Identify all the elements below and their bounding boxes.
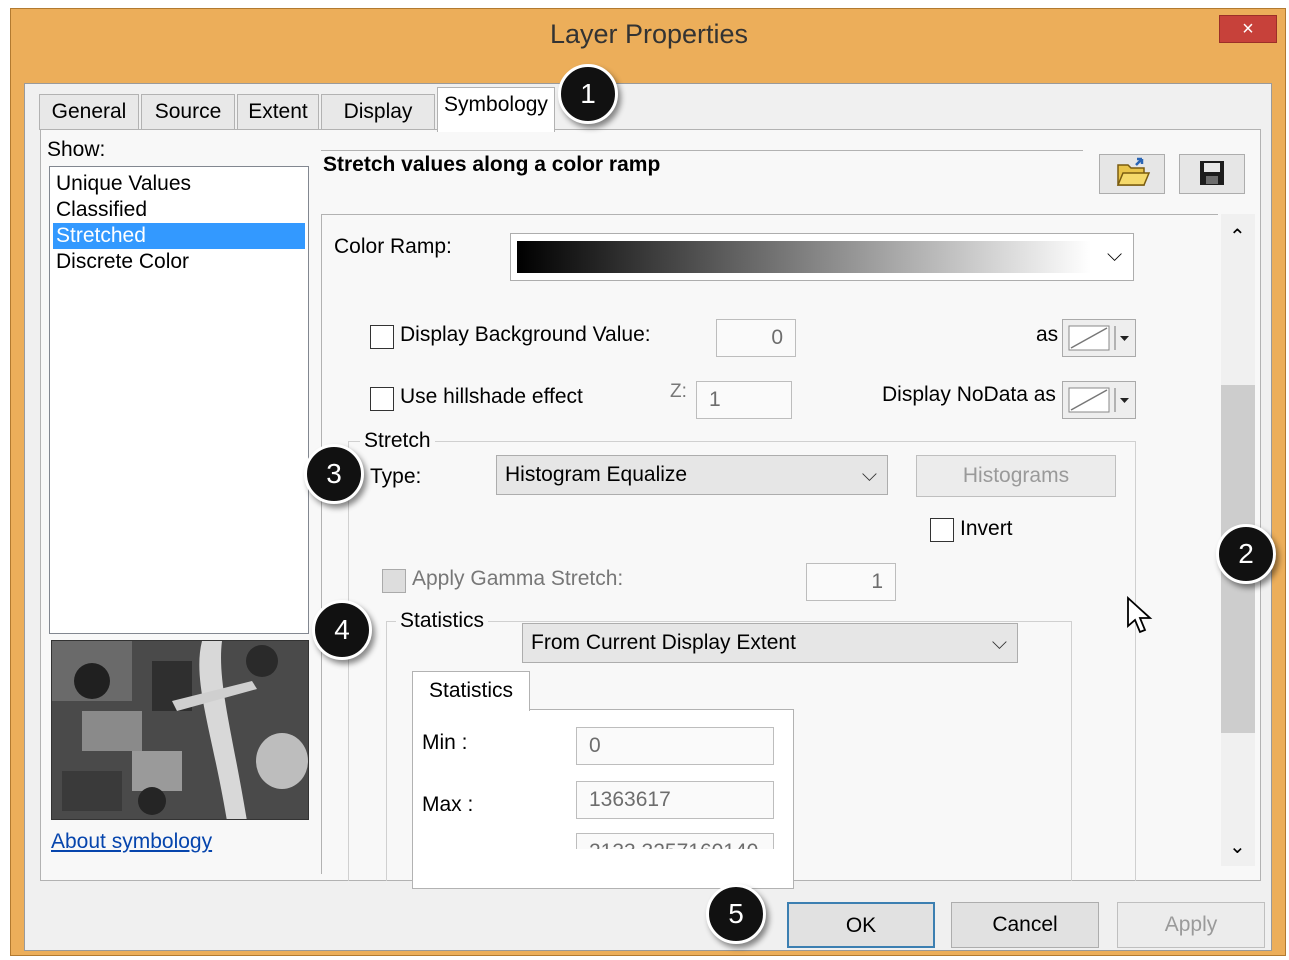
close-button[interactable]: × [1219, 15, 1277, 43]
cancel-button[interactable]: Cancel [951, 902, 1099, 948]
show-label: Show: [47, 138, 106, 161]
chevron-down-icon: ⌵ [1107, 244, 1123, 266]
callout-4: 4 [312, 600, 372, 660]
callout-1: 1 [558, 64, 618, 124]
stretch-type-value: Histogram Equalize [505, 463, 688, 486]
mean-value-field-clip: 2133.3257160140 [576, 833, 774, 849]
color-ramp-label: Color Ramp: [334, 235, 452, 258]
stretch-type-label: Type: [370, 465, 422, 488]
hillshade-label: Use hillshade effect [400, 385, 583, 408]
chevron-up-icon[interactable]: ⌃ [1229, 224, 1246, 249]
histograms-button[interactable]: Histograms [916, 455, 1116, 497]
tab-extent[interactable]: Extent [237, 94, 319, 130]
invert-label: Invert [960, 517, 1013, 540]
dialog-client: General Source Extent Display Symbology … [24, 83, 1272, 951]
min-value-field[interactable]: 0 [576, 727, 774, 765]
background-as-label: as [1036, 323, 1059, 346]
max-label: Max : [422, 793, 474, 816]
display-background-label: Display Background Value: [400, 323, 651, 346]
open-symbology-button[interactable] [1099, 154, 1165, 194]
nodata-label: Display NoData as [882, 383, 1056, 406]
open-folder-icon [1116, 157, 1151, 186]
callout-2: 2 [1216, 524, 1276, 584]
list-item-unique-values[interactable]: Unique Values [53, 171, 305, 197]
list-item-classified[interactable]: Classified [53, 197, 305, 223]
background-value-field[interactable]: 0 [716, 319, 796, 357]
tab-statistics[interactable]: Statistics [412, 671, 530, 711]
z-factor-field[interactable]: 1 [696, 381, 792, 419]
tab-display[interactable]: Display [321, 94, 435, 130]
chevron-down-icon[interactable]: ⌄ [1229, 834, 1246, 859]
gamma-stretch-label: Apply Gamma Stretch: [412, 567, 624, 590]
max-value-field[interactable]: 1363617 [576, 781, 774, 819]
z-factor-label: Z: [670, 381, 687, 402]
nodata-color-picker[interactable] [1062, 381, 1136, 419]
invert-checkbox[interactable] [930, 518, 954, 542]
symbology-panel: Show: Unique Values Classified Stretched… [40, 129, 1261, 889]
window-title: Layer Properties [549, 19, 749, 49]
stretch-group-label: Stretch [360, 429, 435, 453]
ok-button[interactable]: OK [787, 902, 935, 948]
statistics-source-dropdown[interactable]: From Current Display Extent ⌵ [522, 623, 1018, 663]
symbology-preview-image [51, 640, 309, 820]
layer-properties-window: Layer Properties × General Source Extent… [10, 8, 1286, 956]
save-floppy-icon [1200, 161, 1224, 185]
gamma-stretch-checkbox[interactable] [382, 569, 406, 593]
renderer-description: Stretch values along a color ramp [321, 150, 1083, 210]
statistics-group-label: Statistics [396, 609, 489, 633]
background-color-picker[interactable] [1062, 319, 1136, 357]
callout-3: 3 [304, 444, 364, 504]
min-label: Min : [422, 731, 468, 754]
tab-source[interactable]: Source [141, 94, 235, 130]
gamma-value-field[interactable]: 1 [806, 563, 896, 601]
list-item-discrete-color[interactable]: Discrete Color [53, 249, 305, 275]
tab-general[interactable]: General [39, 94, 139, 130]
callout-5: 5 [706, 884, 766, 944]
mouse-cursor-icon [1127, 596, 1153, 634]
display-background-checkbox[interactable] [370, 325, 394, 349]
hillshade-checkbox[interactable] [370, 387, 394, 411]
statistics-source-value: From Current Display Extent [531, 631, 796, 654]
about-symbology-link[interactable]: About symbology [51, 830, 212, 854]
save-symbology-button[interactable] [1179, 154, 1245, 194]
stretched-settings: Color Ramp: ⌵ Display Background Value: … [321, 214, 1218, 889]
stretch-type-dropdown[interactable]: Histogram Equalize ⌵ [496, 455, 888, 495]
list-item-stretched[interactable]: Stretched [53, 223, 305, 249]
show-listbox[interactable]: Unique Values Classified Stretched Discr… [49, 166, 309, 634]
chevron-down-icon: ⌵ [861, 464, 877, 486]
apply-button[interactable]: Apply [1117, 902, 1265, 948]
color-ramp-dropdown[interactable]: ⌵ [510, 233, 1134, 281]
renderer-description-text: Stretch values along a color ramp [323, 153, 661, 176]
chevron-down-icon: ⌵ [991, 632, 1007, 654]
color-ramp-swatch [517, 241, 1091, 273]
tab-symbology[interactable]: Symbology [437, 87, 555, 132]
mean-value-field[interactable]: 2133.3257160140 [576, 833, 774, 849]
